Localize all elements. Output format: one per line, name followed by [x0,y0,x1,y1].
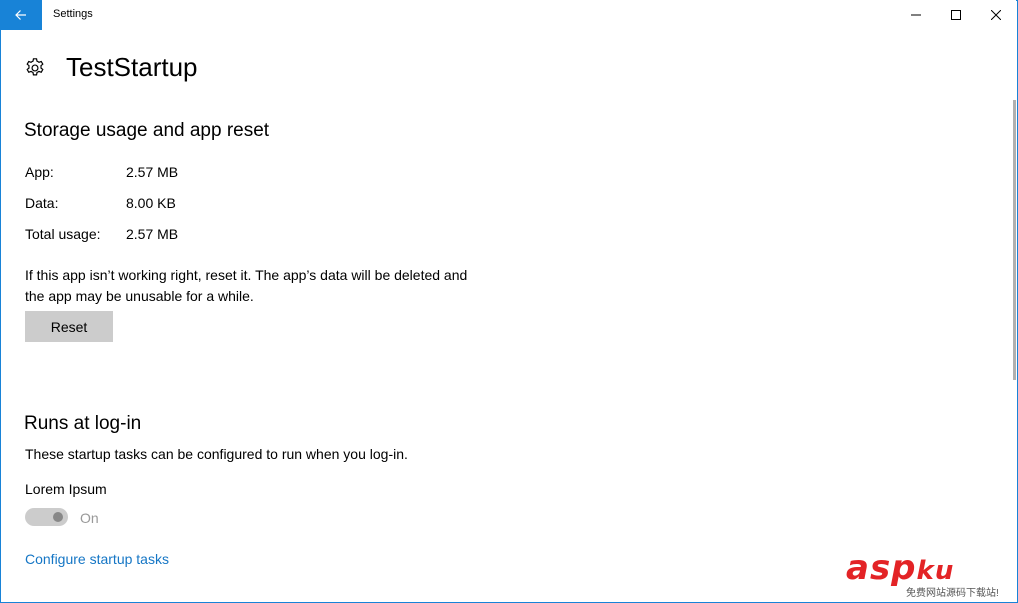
reset-button[interactable]: Reset [25,311,113,342]
startup-task-toggle[interactable] [25,508,68,526]
storage-row-value: 2.57 MB [126,164,179,180]
toggle-state-label: On [80,510,99,526]
storage-row-data: Data: 8.00 KB [25,195,176,211]
configure-startup-tasks-link[interactable]: Configure startup tasks [25,551,169,567]
close-button[interactable] [976,0,1016,30]
app-header: TestStartup [24,52,198,83]
storage-row-app: App: 2.57 MB [25,164,178,180]
storage-row-value: 8.00 KB [126,195,176,211]
back-button[interactable] [0,0,42,30]
toggle-knob [53,512,63,522]
storage-row-value: 2.57 MB [126,226,179,242]
storage-row-label: App: [25,164,54,180]
startup-task-name: Lorem Ipsum [25,481,107,497]
maximize-icon [951,10,961,20]
reset-description: If this app isn’t working right, reset i… [25,267,468,304]
title-bar: Settings [0,0,1016,30]
minimize-button[interactable] [896,0,936,30]
storage-row-label: Data: [25,195,59,211]
app-title: TestStartup [66,52,198,82]
back-arrow-icon [15,10,26,20]
storage-section-title: Storage usage and app reset [24,120,270,141]
maximize-button[interactable] [936,0,976,30]
gear-icon [26,57,44,75]
watermark-logo: aspku 免费网站源码下载站! [846,548,1016,600]
storage-row-total: Total usage: 2.57 MB [25,226,178,242]
watermark-subtext: 免费网站源码下载站! [906,588,999,599]
window-title: Settings [53,8,93,20]
startup-section-title: Runs at log-in [24,413,142,434]
watermark-text: aspku [846,548,955,588]
close-icon [991,10,1001,20]
minimize-icon [911,14,921,16]
scrollbar-thumb[interactable] [1013,100,1016,380]
startup-description: These startup tasks can be configured to… [25,446,408,462]
storage-row-label: Total usage: [25,226,101,242]
